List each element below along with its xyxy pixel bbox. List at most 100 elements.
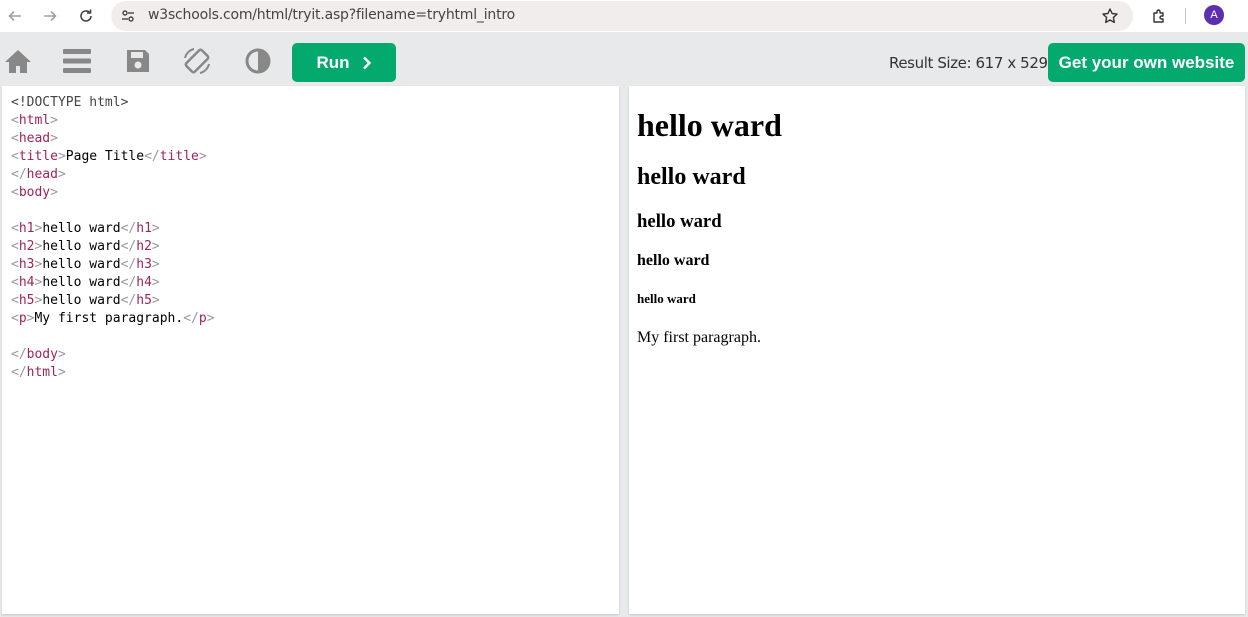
code-token: <!DOCTYPE html> [11, 95, 129, 110]
code-line: <h5>hello ward</h5> [11, 292, 215, 310]
code-editor[interactable]: <!DOCTYPE html> <html> <head> <title>Page T… [2, 86, 619, 614]
code-token: < [11, 293, 19, 308]
menu-icon[interactable] [62, 46, 92, 76]
code-line: <head> [11, 130, 215, 148]
code-token: h1 [18, 221, 35, 236]
code-token: html [18, 113, 51, 128]
forward-arrow-icon[interactable] [38, 4, 62, 28]
code-token: > [151, 293, 160, 308]
code-token: hello ward [42, 293, 121, 308]
code-token: < [11, 185, 19, 200]
code-token: title [18, 149, 58, 164]
code-token: > [198, 149, 207, 164]
code-token: > [151, 257, 160, 272]
code-token: h4 [136, 275, 152, 290]
code-token: </ [144, 149, 160, 164]
code-line: <body> [11, 184, 215, 202]
run-button-label: Run [316, 52, 350, 72]
code-token: < [11, 311, 19, 326]
code-token: < [11, 131, 19, 146]
code-token: > [57, 365, 66, 380]
code-token: title [159, 149, 199, 164]
code-text[interactable]: <!DOCTYPE html> <html> <head> <title>Page T… [11, 94, 215, 382]
code-line: <p>My first paragraph.</p> [11, 310, 215, 328]
code-token: > [151, 275, 160, 290]
code-token: hello ward [42, 275, 121, 290]
code-token: </ [183, 311, 199, 326]
code-token: h5 [136, 293, 152, 308]
code-token: < [11, 275, 19, 290]
code-token: > [50, 113, 58, 128]
code-token: html [26, 365, 58, 380]
result-heading-2: hello ward [637, 164, 746, 190]
url-text[interactable]: w3schools.com/html/tryit.asp?filename=tr… [148, 7, 515, 23]
site-settings-icon[interactable] [116, 4, 140, 28]
code-token: </ [120, 221, 137, 236]
code-line: <h4>hello ward</h4> [11, 274, 215, 292]
code-token: </ [120, 275, 137, 290]
code-token: > [57, 167, 66, 182]
code-token: > [50, 131, 58, 146]
code-token: hello ward [42, 239, 121, 254]
code-line: </html> [11, 364, 215, 382]
code-line: <html> [11, 112, 215, 130]
reload-icon[interactable] [74, 4, 98, 28]
code-token: h5 [18, 293, 35, 308]
result-size-label: Result Size: 617 x 529 [889, 54, 1048, 72]
save-icon[interactable] [123, 46, 153, 76]
code-token: </ [120, 257, 137, 272]
code-token: h2 [136, 239, 152, 254]
code-token: < [11, 257, 19, 272]
code-token: h3 [18, 257, 35, 272]
code-token: </ [11, 365, 27, 380]
code-token: < [11, 113, 19, 128]
profile-avatar[interactable]: A [1204, 5, 1224, 25]
contrast-icon[interactable] [243, 46, 273, 76]
code-token: < [11, 149, 19, 164]
extensions-icon[interactable] [1148, 4, 1172, 28]
bookmark-star-icon[interactable] [1098, 4, 1122, 28]
run-button[interactable]: Run [292, 43, 396, 82]
code-token: h4 [18, 275, 35, 290]
code-token: > [151, 239, 160, 254]
code-token: < [11, 221, 19, 236]
code-token: p [18, 311, 27, 326]
code-token: head [18, 131, 51, 146]
code-token: p [198, 311, 207, 326]
code-line: <h2>hello ward</h2> [11, 238, 215, 256]
code-token: > [50, 185, 58, 200]
code-token: > [57, 149, 66, 164]
code-token: h2 [18, 239, 35, 254]
result-heading-4: hello ward [637, 252, 710, 269]
code-line: </body> [11, 346, 215, 364]
back-arrow-icon[interactable] [3, 4, 27, 28]
code-token: hello ward [42, 257, 121, 272]
get-your-own-website-button[interactable]: Get your own website [1048, 43, 1245, 82]
code-token: h3 [136, 257, 152, 272]
code-token: </ [11, 347, 27, 362]
toolbar-separator [1185, 8, 1186, 24]
result-frame: hello ward hello ward hello ward hello w… [629, 86, 1245, 614]
code-token: body [18, 185, 51, 200]
code-token: h1 [136, 221, 152, 236]
code-token: > [151, 221, 160, 236]
code-token: My first paragraph. [34, 311, 184, 326]
rotate-icon[interactable] [182, 46, 212, 76]
code-token: head [26, 167, 58, 182]
code-token: </ [120, 293, 137, 308]
code-token: Page Title [65, 149, 145, 164]
code-line: <title>Page Title</title> [11, 148, 215, 166]
code-token: hello ward [42, 221, 121, 236]
result-heading-1: hello ward [637, 107, 782, 143]
code-line: </head> [11, 166, 215, 184]
code-token: > [57, 347, 66, 362]
code-token: </ [11, 167, 27, 182]
code-token: body [26, 347, 58, 362]
code-line: <h3>hello ward</h3> [11, 256, 215, 274]
home-icon[interactable] [3, 46, 33, 76]
code-token: < [11, 239, 19, 254]
result-heading-5: hello ward [637, 291, 696, 306]
chevron-right-icon [362, 56, 371, 69]
